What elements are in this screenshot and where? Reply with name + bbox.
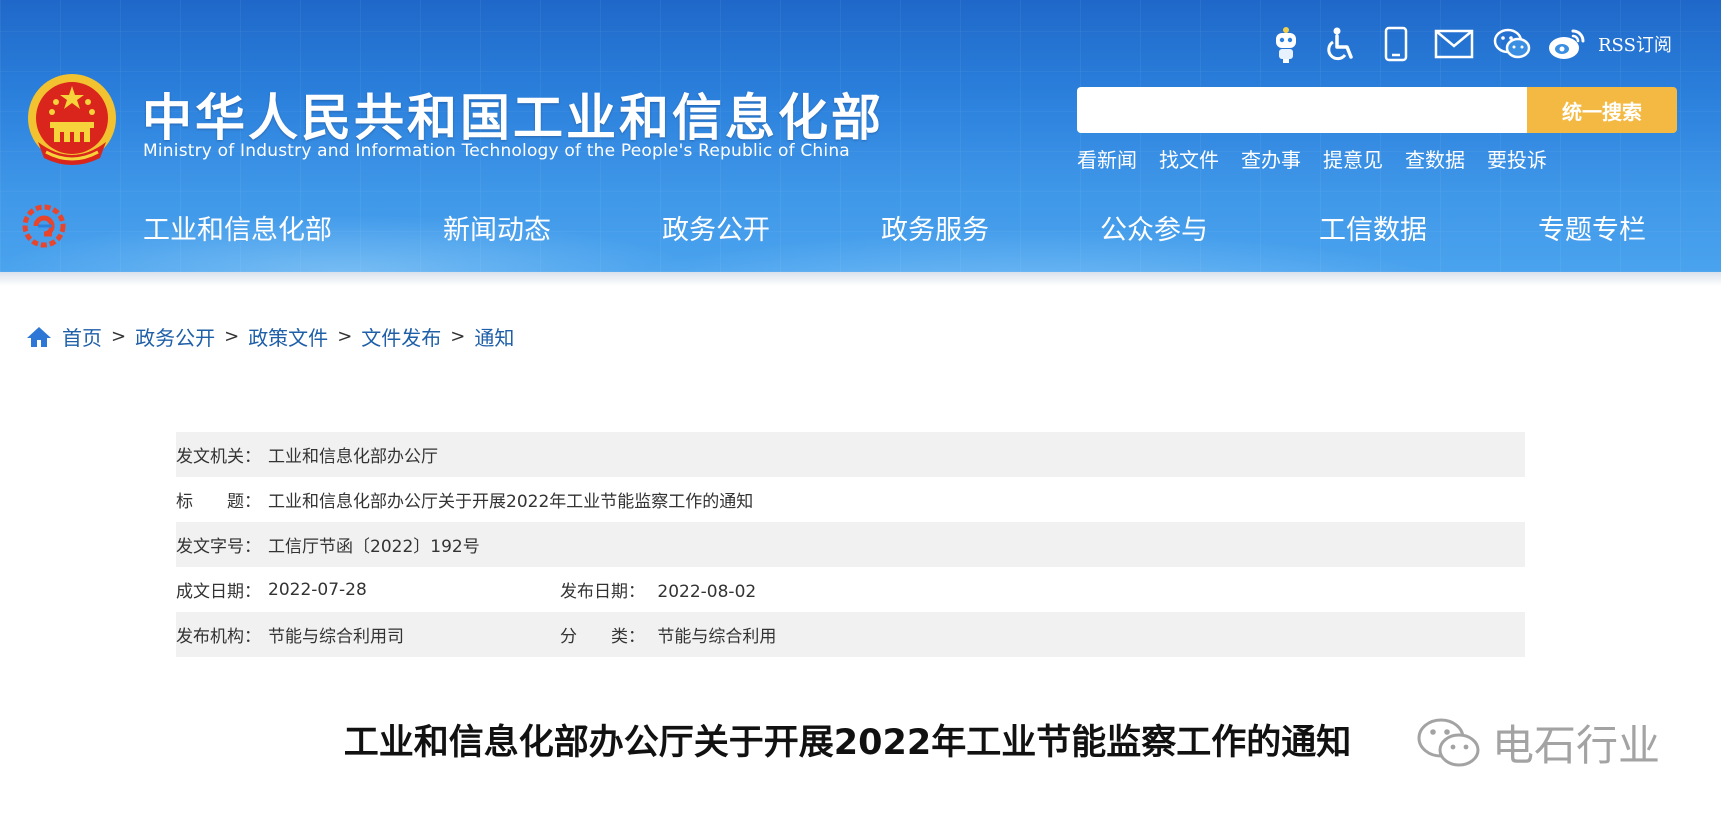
info-row-issuer: 发文机关： 工业和信息化部办公厅	[176, 432, 1525, 477]
number-value: 工信厅节函〔2022〕192号	[268, 537, 480, 557]
breadcrumb-separator: >	[224, 326, 240, 347]
info-row-number: 发文字号： 工信厅节函〔2022〕192号	[176, 522, 1525, 567]
nav-item-gov-services[interactable]: 政务服务	[881, 208, 989, 247]
breadcrumb: 首页 > 政务公开 > 政策文件 > 文件发布 > 通知	[26, 322, 514, 351]
info-row-dates: 成文日期： 2022-07-28 发布日期： 2022-08-02	[176, 567, 1525, 612]
quick-link-feedback[interactable]: 提意见	[1323, 144, 1383, 173]
breadcrumb-home[interactable]: 首页	[62, 322, 102, 351]
article-title-text: 工业和信息化部办公厅关于开展2022年工业节能监察工作的通知	[343, 723, 1352, 763]
quick-link-services[interactable]: 查办事	[1241, 144, 1301, 173]
quick-link-news[interactable]: 看新闻	[1077, 144, 1137, 173]
issuer-label: 发文机关：	[176, 447, 261, 467]
info-row-title: 标 题： 工业和信息化部办公厅关于开展2022年工业节能监察工作的通知	[176, 477, 1525, 522]
site-header: 中华人民共和国工业和信息化部 Ministry of Industry and …	[0, 0, 1721, 272]
quick-links: 看新闻 找文件 查办事 提意见 查数据 要投诉	[1077, 144, 1569, 173]
search-input[interactable]	[1077, 87, 1527, 133]
quick-link-complaint[interactable]: 要投诉	[1487, 144, 1547, 173]
org-value: 节能与综合利用司	[268, 627, 404, 647]
breadcrumb-separator: >	[111, 326, 127, 347]
quick-link-data[interactable]: 查数据	[1405, 144, 1465, 173]
category-label: 分 类：	[560, 627, 645, 647]
mail-icon[interactable]	[1431, 24, 1477, 64]
rss-subscribe-link[interactable]: RSS订阅	[1598, 31, 1672, 57]
nav-item-topics[interactable]: 专题专栏	[1538, 208, 1646, 247]
national-emblem-icon	[28, 74, 116, 165]
published-date-label: 发布日期：	[560, 582, 645, 602]
mobile-icon[interactable]	[1376, 24, 1416, 64]
header-shadow	[0, 272, 1721, 286]
document-info-table: 发文机关： 工业和信息化部办公厅 标 题： 工业和信息化部办公厅关于开展2022…	[176, 432, 1525, 657]
nav-item-gov-affairs[interactable]: 政务公开	[662, 208, 770, 247]
main-nav: 工业和信息化部 新闻动态 政务公开 政务服务 公众参与 工信数据 专题专栏	[0, 200, 1721, 254]
watermark: 电石行业	[1416, 712, 1660, 773]
breadcrumb-policy-docs[interactable]: 政策文件	[248, 322, 328, 351]
accessibility-icon[interactable]	[1321, 24, 1361, 64]
info-row-org: 发布机构： 节能与综合利用司 分 类： 节能与综合利用	[176, 612, 1525, 657]
weibo-icon[interactable]	[1547, 24, 1587, 64]
wechat-watermark-icon	[1417, 718, 1480, 766]
nav-item-news[interactable]: 新闻动态	[443, 208, 551, 247]
quick-link-files[interactable]: 找文件	[1159, 144, 1219, 173]
breadcrumb-doc-release[interactable]: 文件发布	[361, 322, 441, 351]
nav-item-public-participation[interactable]: 公众参与	[1100, 208, 1208, 247]
breadcrumb-separator: >	[337, 326, 353, 347]
header-toolbar: RSS订阅	[1266, 22, 1672, 66]
breadcrumb-separator: >	[450, 326, 466, 347]
published-date-value: 2022-08-02	[657, 582, 757, 602]
org-label: 发布机构：	[176, 627, 261, 647]
site-title: 中华人民共和国工业和信息化部	[142, 89, 884, 147]
unified-search-button[interactable]: 统一搜索	[1527, 87, 1677, 133]
nav-item-data[interactable]: 工信数据	[1319, 208, 1427, 247]
home-icon[interactable]	[26, 325, 52, 349]
breadcrumb-notice[interactable]: 通知	[474, 322, 514, 351]
created-date-label: 成文日期：	[176, 582, 261, 602]
site-subtitle: Ministry of Industry and Information Tec…	[143, 141, 850, 161]
title-value: 工业和信息化部办公厅关于开展2022年工业节能监察工作的通知	[268, 492, 754, 512]
robot-assistant-icon[interactable]	[1266, 24, 1306, 64]
title-label: 标 题：	[176, 492, 261, 512]
number-label: 发文字号：	[176, 537, 261, 557]
watermark-text: 电石行业	[1492, 721, 1661, 770]
breadcrumb-gov-affairs[interactable]: 政务公开	[135, 322, 215, 351]
category-value: 节能与综合利用	[657, 627, 777, 647]
issuer-value: 工业和信息化部办公厅	[268, 447, 438, 467]
nav-item-ministry[interactable]: 工业和信息化部	[143, 208, 332, 247]
wechat-icon[interactable]	[1492, 24, 1532, 64]
created-date-value: 2022-07-28	[268, 579, 367, 600]
